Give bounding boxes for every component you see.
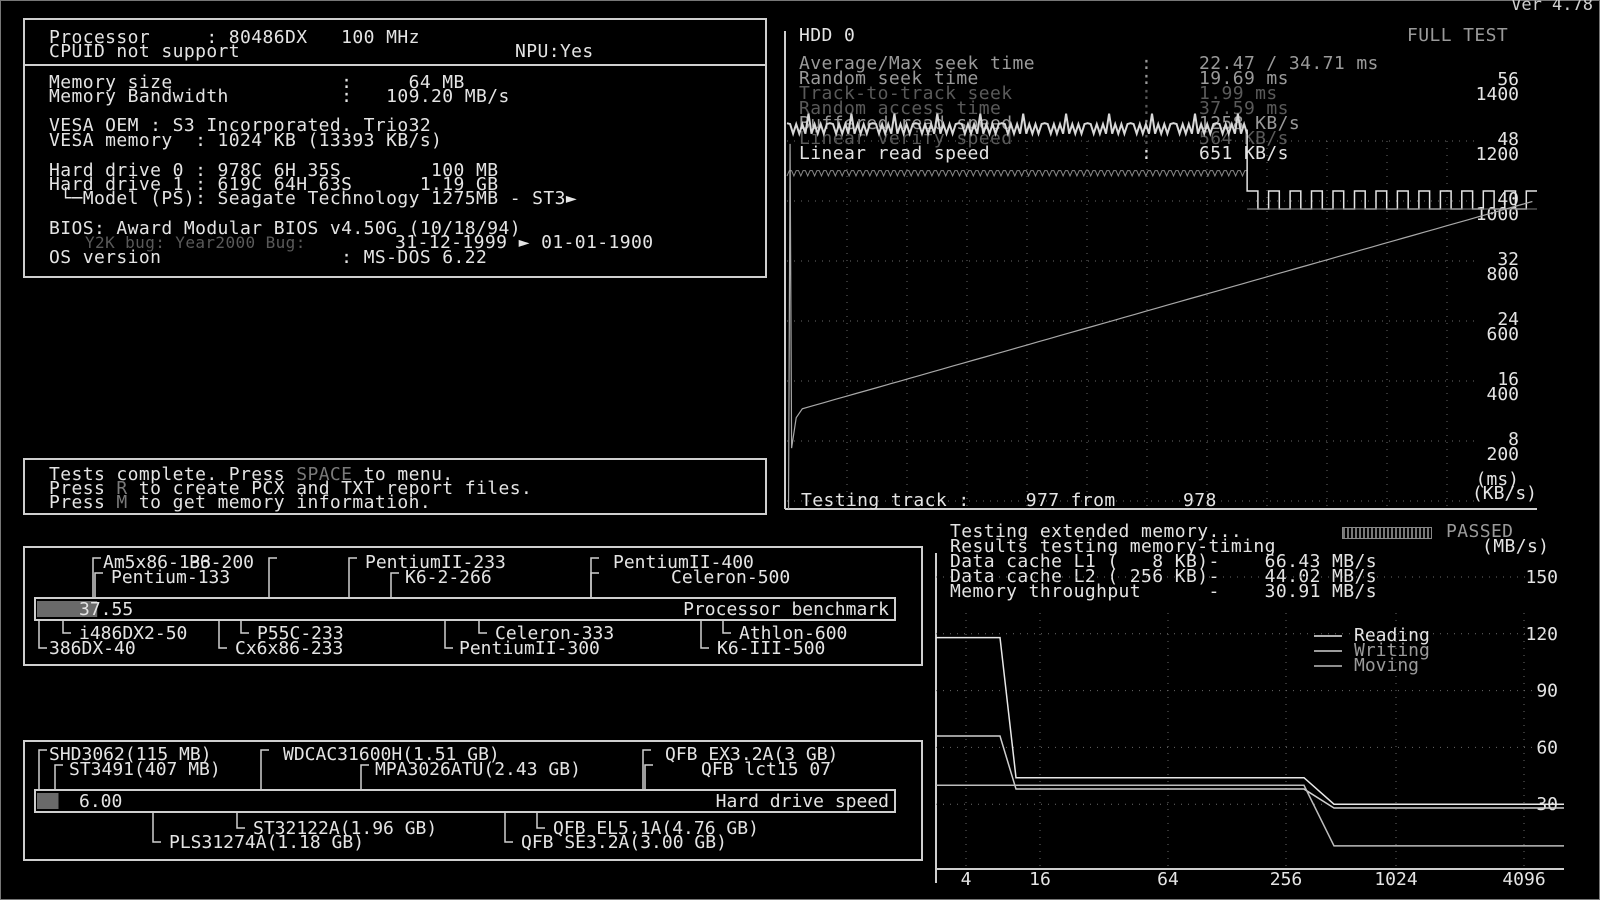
hdd-linear-read-series — [786, 113, 1249, 138]
message-text: to get memory information. — [127, 492, 432, 513]
memory-panel: Testing extended memory... PASSED Result… — [934, 523, 1566, 891]
hdd-kbs-tick-label: 400 — [1486, 384, 1519, 405]
reference-connector — [348, 557, 357, 598]
reference-connector — [536, 812, 545, 829]
hdd-kbs-unit: (KB/s) — [1472, 483, 1537, 504]
reference-connector — [240, 620, 249, 634]
reference-connector — [360, 764, 369, 790]
hdd-speed-chart: 5614004812004010003280024600164008200(ms… — [784, 31, 1537, 510]
memory-series-reading — [936, 636, 1564, 805]
reference-connector — [218, 620, 227, 649]
status-message-panel: Tests complete. Press SPACE to menu. Pre… — [23, 458, 767, 515]
m-key-hint[interactable]: M — [116, 492, 127, 513]
system-info-panel: Processor : 80486DX 100 MHz CPUID not su… — [23, 18, 767, 278]
reference-connector — [590, 572, 599, 598]
processor-benchmark-panel: 37.55 Processor benchmark Am5x86-133 Pentiu… — [23, 546, 923, 666]
reference-connector — [152, 812, 161, 843]
reference-label: QFB lct15 07 — [701, 759, 831, 780]
reference-connector — [62, 620, 71, 634]
reference-connector — [94, 572, 103, 598]
os-version-line: OS version : MS-DOS 6.22 — [49, 247, 488, 268]
hdd-kbs-tick-label: 800 — [1486, 264, 1519, 285]
reference-connector — [644, 764, 653, 790]
reference-label: QFB SE3.2A(3.00 GB) — [521, 832, 727, 853]
message-line-3: Press M to get memory information. — [49, 492, 432, 513]
memory-series-writing — [936, 735, 1564, 809]
reference-label: ST3491(407 MB) — [69, 759, 221, 780]
hdd-verify-series — [786, 170, 1248, 178]
hdd-seek-time-series — [787, 143, 1533, 510]
reference-label: 386DX-40 — [49, 638, 136, 659]
vesa-memory-line: VESA memory : 1024 KB (13393 KB/s) — [49, 130, 443, 151]
memory-y-tick-label: 90 — [1536, 681, 1558, 702]
hard-drive-benchmark-panel: 6.00 Hard drive speed SHD3062(115 MB) ST349… — [23, 740, 923, 861]
hdd-kbs-tick-label: 1200 — [1476, 144, 1519, 165]
hdd-testing-status: Testing track : 977 from 978 — [801, 490, 1217, 511]
screen: Ver 4.78 Processor : 80486DX 100 MHz CPU… — [0, 0, 1600, 900]
benchmark-bar-fill — [37, 793, 59, 809]
reference-connector — [390, 572, 399, 598]
hdd-kbs-tick-label: 1400 — [1476, 84, 1519, 105]
reference-label: Cx6x86-233 — [235, 638, 343, 659]
reference-label: MPA3026ATU(2.43 GB) — [375, 759, 581, 780]
memory-x-tick-label: 4 — [961, 869, 972, 890]
benchmark-label: Hard drive speed — [716, 791, 889, 812]
hdd-kbs-tick-label: 200 — [1486, 444, 1519, 465]
cpuid-line: CPUID not support — [49, 41, 241, 62]
message-text: Press — [49, 492, 117, 513]
hard-drive-model-line: └─Model (PS): Seagate Technology 1275MB … — [49, 188, 578, 209]
reference-connector — [38, 620, 47, 649]
benchmark-value: 37.55 — [79, 599, 133, 620]
reference-connector — [38, 749, 47, 790]
reference-connector — [478, 620, 487, 634]
reference-connector — [236, 812, 245, 829]
hdd-panel: HDD 0 FULL TEST Average/Max seek time:22… — [783, 23, 1539, 513]
memory-y-tick-label: 120 — [1525, 624, 1558, 645]
reference-connector — [504, 812, 513, 843]
reference-connector — [722, 620, 731, 634]
reference-label: K6-III-500 — [717, 638, 825, 659]
reference-connector — [92, 557, 101, 598]
memory-timing-chart: 1501209060304 16 64 256 1024 4096ReadingWriti… — [935, 553, 1564, 890]
memory-x-tick-label: 16 — [1029, 869, 1051, 890]
npu-line: NPU:Yes — [515, 41, 594, 62]
memory-y-tick-label: 150 — [1525, 567, 1558, 588]
memory-x-tick-label: 64 — [1157, 869, 1179, 890]
reference-connector — [642, 749, 651, 790]
benchmark-label: Processor benchmark — [683, 599, 889, 620]
memory-x-tick-label: 4096 — [1502, 869, 1545, 890]
memory-bandwidth-line: Memory Bandwidth : 109.20 MB/s — [49, 86, 510, 107]
hard-drive-benchmark-scale: 6.00 Hard drive speedSHD3062(115 MB)ST349… — [34, 744, 896, 853]
reference-connector — [590, 557, 599, 598]
reference-label: Celeron-500 — [671, 567, 790, 588]
reference-label: K6-2-266 — [405, 567, 492, 588]
memory-y-tick-label: 60 — [1536, 737, 1558, 758]
reference-label: P6-200 — [189, 552, 254, 573]
reference-connector — [700, 620, 709, 649]
legend-label: Moving — [1354, 655, 1419, 676]
memory-x-tick-label: 256 — [1270, 869, 1303, 890]
hdd-linear-read-tail — [1246, 129, 1537, 210]
processor-benchmark-scale: 37.55 Processor benchmarkAm5x86-133Pentiu… — [34, 552, 896, 659]
reference-connector — [444, 620, 453, 649]
reference-connector — [260, 749, 269, 790]
reference-connector — [54, 764, 63, 790]
memory-series-moving — [936, 784, 1564, 847]
reference-connector — [268, 557, 277, 598]
divider — [25, 64, 765, 66]
reference-label: PentiumII-300 — [459, 638, 600, 659]
hdd-kbs-tick-label: 600 — [1486, 324, 1519, 345]
benchmark-value: 6.00 — [79, 791, 122, 812]
reference-label: PLS31274A(1.18 GB) — [169, 832, 364, 853]
version-label: Ver 4.78 — [1511, 0, 1593, 15]
memory-x-tick-label: 1024 — [1374, 869, 1417, 890]
